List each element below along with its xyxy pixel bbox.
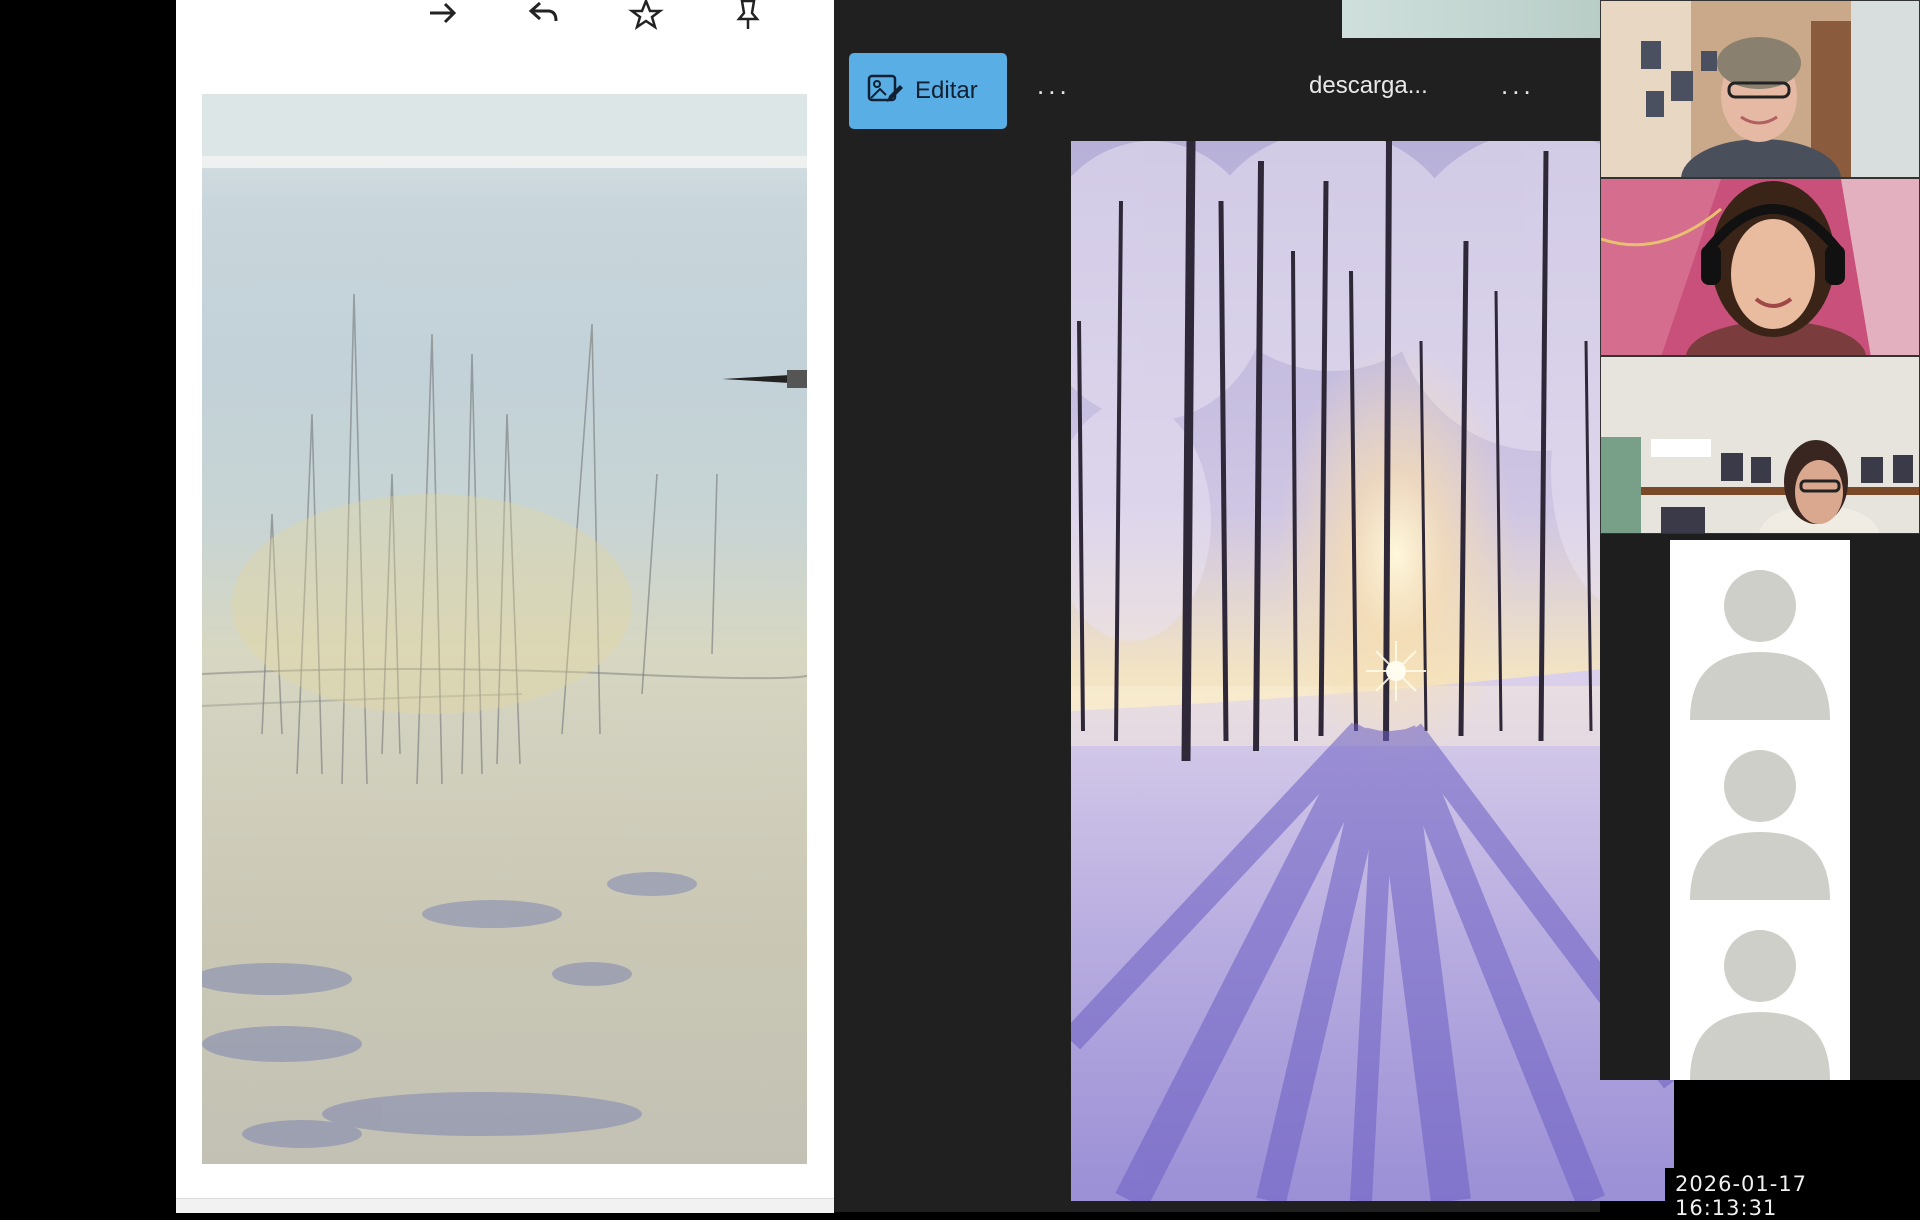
- message-window-footer: [176, 1198, 834, 1213]
- user-avatar-icon: [1690, 930, 1830, 1080]
- watercolor-sketch-image[interactable]: [202, 94, 807, 1164]
- filename-more-options-button[interactable]: ...: [1501, 70, 1535, 101]
- message-window: [176, 0, 1270, 1213]
- screen: Editar ... descarga... ... 2026-01-17 16…: [0, 0, 1920, 1220]
- forward-icon[interactable]: [422, 0, 462, 30]
- background-window-strip: [1342, 0, 1600, 38]
- participants-panel: [1600, 0, 1920, 1080]
- edit-image-icon: [867, 72, 903, 111]
- participant-video-3[interactable]: [1600, 356, 1920, 534]
- participant-video-2[interactable]: [1600, 178, 1920, 356]
- snowy-forest-image[interactable]: [1071, 141, 1674, 1201]
- star-icon[interactable]: [626, 0, 666, 30]
- participant-video-1[interactable]: [1600, 0, 1920, 178]
- image-filename: descarga...: [1309, 72, 1428, 99]
- edit-button[interactable]: Editar: [849, 53, 1007, 129]
- message-toolbar: [176, 0, 1270, 38]
- user-avatar-icon: [1690, 750, 1830, 900]
- edit-button-label: Editar: [915, 77, 978, 104]
- participant-avatar-3[interactable]: [1670, 900, 1850, 1080]
- participant-avatar-1[interactable]: [1670, 540, 1850, 720]
- user-avatar-icon: [1690, 570, 1830, 720]
- participant-avatar-2[interactable]: [1670, 720, 1850, 900]
- recording-timestamp: 2026-01-17 16:13:31: [1665, 1168, 1920, 1220]
- pin-icon[interactable]: [728, 0, 768, 30]
- viewer-more-options-button[interactable]: ...: [1037, 70, 1071, 101]
- reply-icon[interactable]: [524, 0, 564, 30]
